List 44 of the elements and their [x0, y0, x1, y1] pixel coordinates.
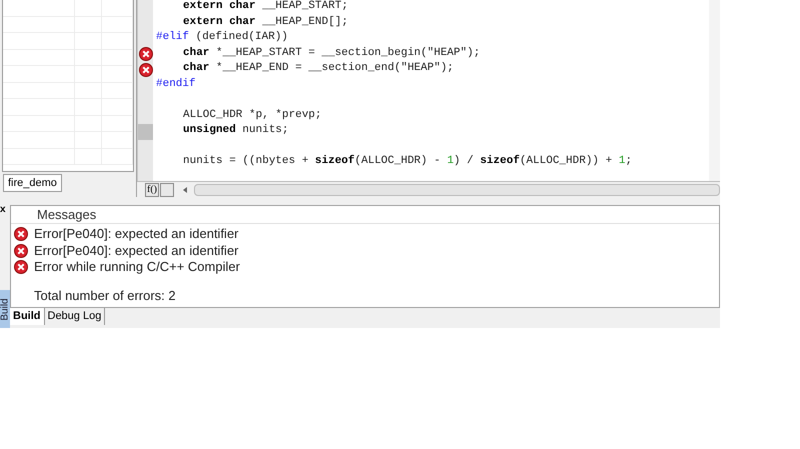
function-button[interactable]: f()	[145, 182, 159, 196]
empty-cell	[3, 82, 75, 99]
empty-cell	[102, 16, 133, 33]
error-icon	[14, 260, 28, 274]
empty-cell	[3, 16, 75, 33]
output-tab[interactable]: Build	[10, 308, 44, 325]
empty-cell	[3, 66, 75, 82]
empty-cell	[102, 50, 133, 66]
code-line: nunits = ((nbytes + sizeof(ALLOC_HDR) - 1) / sizeof(ALLOC_HDR)) + 1;	[183, 155, 632, 167]
empty-cell	[3, 116, 75, 132]
empty-cell	[3, 33, 75, 50]
empty-cell	[3, 99, 75, 116]
empty-cell	[3, 132, 75, 148]
message-text[interactable]: Total number of errors: 2	[34, 288, 176, 304]
empty-cell	[102, 82, 133, 99]
code-line: unsigned nunits;	[183, 124, 289, 136]
empty-cell	[102, 148, 133, 165]
empty-cell	[102, 99, 133, 116]
preprocessor-line: #endif	[156, 78, 196, 90]
message-text[interactable]: Error[Pe040]: expected an identifier	[34, 226, 239, 242]
code-line: extern char __HEAP_END[];	[183, 16, 348, 28]
empty-cell	[102, 33, 133, 50]
empty-cell	[102, 66, 133, 82]
error-icon	[14, 244, 28, 258]
empty-cell	[3, 148, 75, 165]
message-text[interactable]: Error[Pe040]: expected an identifier	[34, 242, 239, 259]
build-side-tab[interactable]: Build	[0, 290, 10, 328]
empty-cell	[3, 50, 75, 66]
preprocessor-line: #elif (defined(IAR))	[156, 31, 288, 43]
empty-cell	[102, 116, 133, 132]
code-line: char *__HEAP_END = __section_end("HEAP");	[183, 62, 454, 74]
horizontal-scrollbar[interactable]	[194, 184, 720, 196]
scroll-left-icon[interactable]	[181, 186, 189, 194]
close-button[interactable]: x	[0, 205, 10, 215]
message-text[interactable]: Error while running C/C++ Compiler	[34, 259, 240, 276]
toolbar-button[interactable]	[160, 182, 174, 196]
code-line: ALLOC_HDR *p, *prevp;	[183, 108, 322, 120]
workspace-tab[interactable]: fire_demo	[3, 174, 62, 192]
vertical-scrollbar[interactable]	[709, 0, 720, 181]
code-line: char *__HEAP_START = __section_begin("HEAP");	[183, 46, 480, 58]
code-line: extern char __HEAP_START;	[183, 0, 348, 12]
messages-column-header: Messages	[36, 206, 96, 223]
empty-cell	[102, 132, 133, 148]
error-icon	[14, 227, 28, 242]
